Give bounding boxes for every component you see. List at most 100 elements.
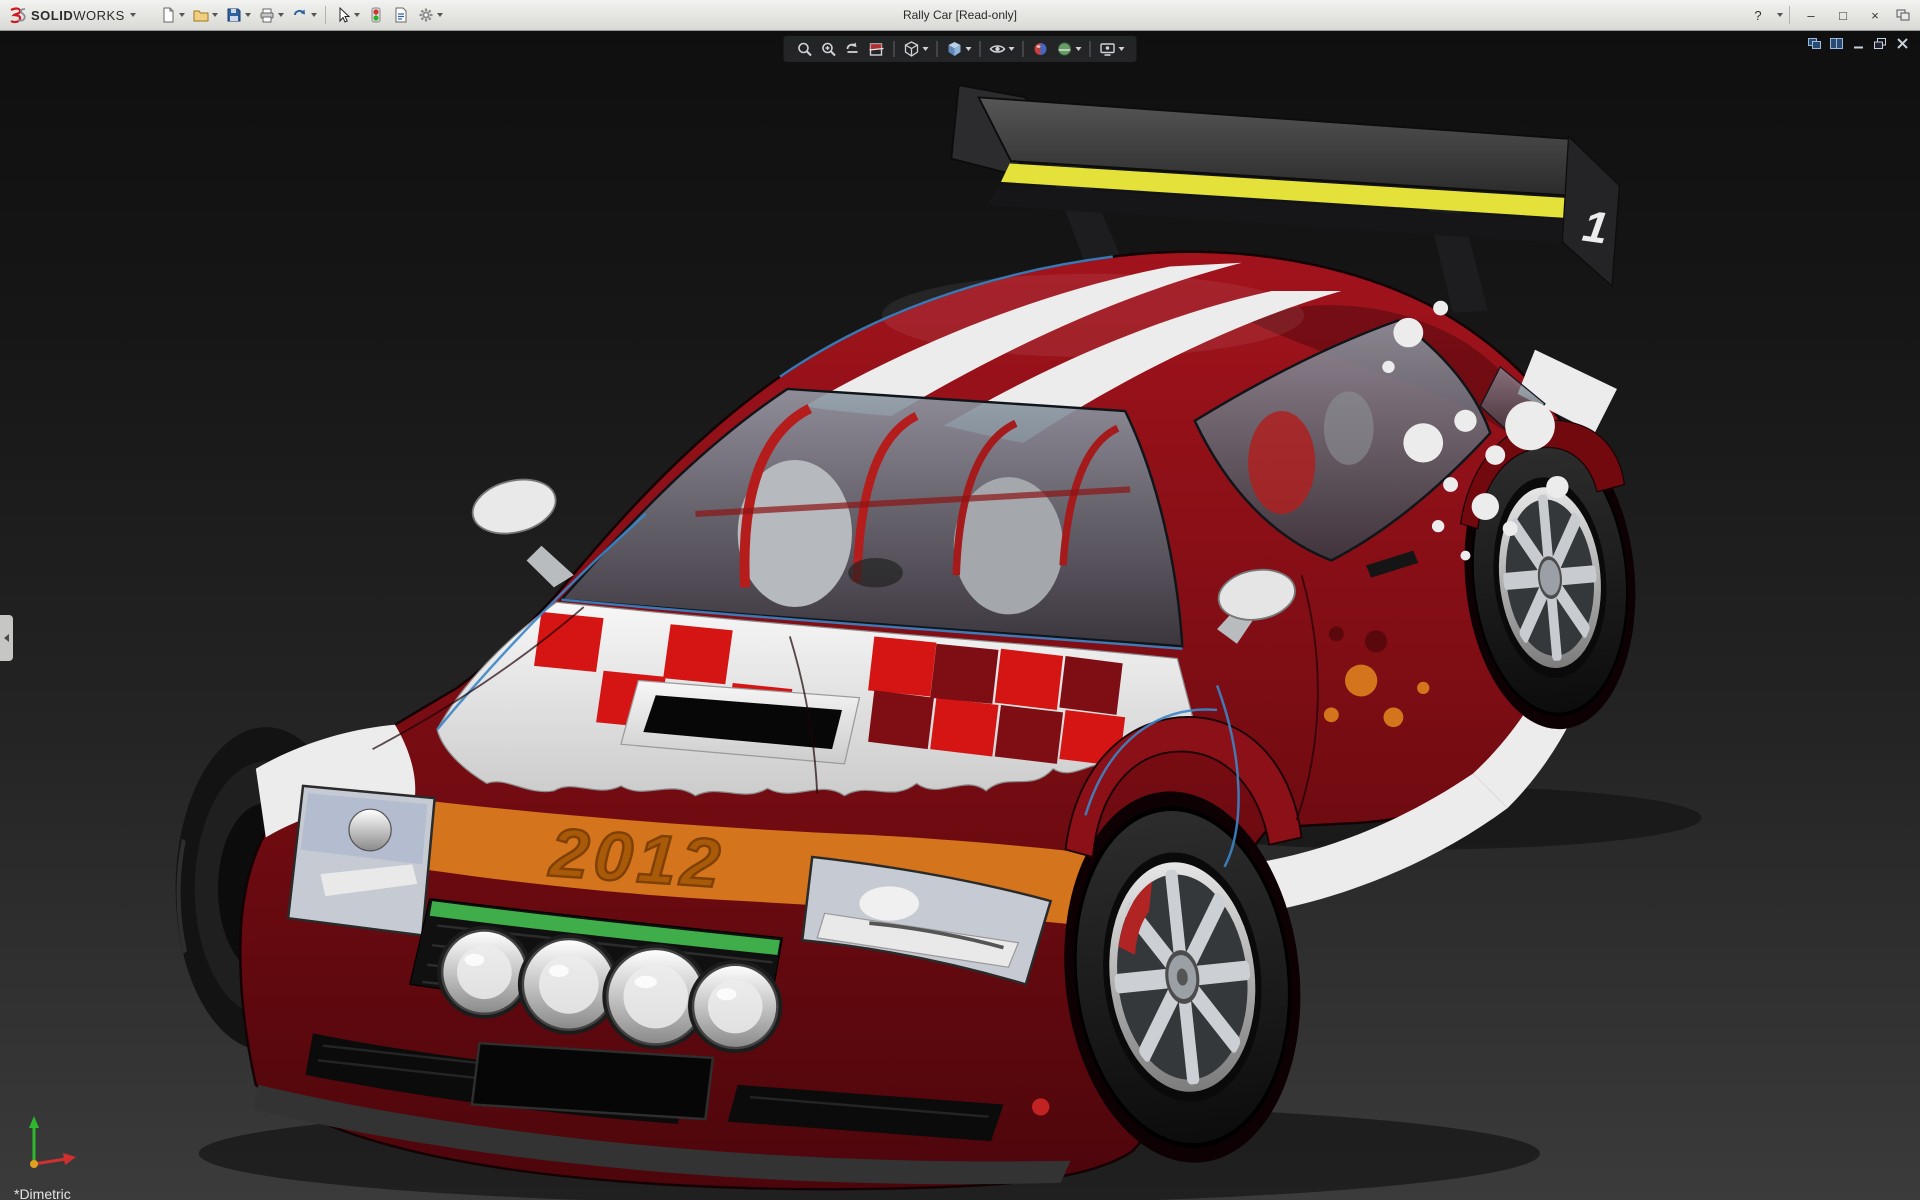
help-button[interactable]: ? [1743,7,1773,24]
dropdown-caret [353,13,360,17]
cascade-document-icon [1808,38,1821,49]
options-gear-icon [419,8,433,22]
toolbar-separator [324,6,326,24]
dropdown-caret [211,13,218,17]
open-button[interactable] [189,4,221,26]
x-axis-arrow [63,1153,76,1165]
hud-zoom-to-area-button[interactable] [818,38,840,60]
dropdown-caret [436,13,443,17]
save-button[interactable] [222,4,254,26]
select-cursor-icon [339,6,351,23]
hud-separator [893,41,895,57]
display-style-icon [948,42,961,56]
hud-hide-show-items-button[interactable] [987,38,1017,60]
options-button[interactable] [414,4,446,26]
main-toolbar [156,4,446,26]
heads-up-view-toolbar [783,36,1137,62]
titlebar[interactable]: SOLIDWORKS Rally Car [Read-only] ? – □ × [0,0,1920,31]
zoom-to-fit-icon [798,42,812,57]
hud-apply-scene-button[interactable] [1054,38,1084,60]
tow-hook [1032,1098,1050,1116]
left-mirror [471,478,574,588]
rebuild-button[interactable] [364,4,388,26]
side-dark-dot [1328,626,1344,642]
hud-view-orientation-button[interactable] [901,38,931,60]
doc-cascade-button[interactable] [1807,37,1822,50]
collapse-arrow-icon [4,634,9,642]
dropdown-caret [244,13,251,17]
brand-text-bold: SOLID [31,7,74,23]
dropdown-caret [277,13,284,17]
undo-button[interactable] [288,4,320,26]
solidworks-logo-icon [10,7,26,24]
hud-section-view-button[interactable] [866,38,888,60]
hud-edit-appearance-button[interactable] [1030,38,1052,60]
open-folder-icon [193,10,209,22]
hud-view-settings-button[interactable] [1097,38,1127,60]
rebuild-icon [371,7,381,23]
dropdown-caret [310,13,317,17]
close-button[interactable]: × [1860,7,1890,24]
view-orientation-label: *Dimetric [14,1186,71,1200]
doc-restore-button[interactable] [1873,37,1888,50]
car-3d-model[interactable]: 1 2012 [0,30,1920,1200]
apply-scene-icon [1058,42,1071,56]
help-dropdown-caret[interactable] [1777,13,1783,17]
doc-minimize-button[interactable] [1851,37,1866,50]
hud-separator [1089,41,1091,57]
hood-year-decal: 2012 [546,813,728,902]
cascade-windows-icon [1896,9,1910,21]
view-settings-icon [1100,43,1115,56]
brand-text-light: WORKS [73,7,125,23]
doc-close-button[interactable] [1895,37,1910,50]
view-orientation-icon [904,41,919,57]
dropdown-caret [922,47,929,51]
solidworks-logo: SOLIDWORKS [0,6,142,24]
save-icon [227,8,241,22]
zoom-to-area-icon [822,42,836,57]
edit-appearance-icon [1034,43,1047,55]
print-button[interactable] [255,4,287,26]
dropdown-caret [1008,47,1015,51]
dropdown-caret [965,47,972,51]
file-properties-icon [395,7,407,23]
new-document-button[interactable] [156,4,188,26]
session-windows-button[interactable] [1892,6,1914,24]
section-view-icon [869,43,884,56]
document-window-controls [1807,37,1910,50]
reference-triad [29,1116,76,1168]
y-axis-arrow [29,1116,39,1128]
logo-dropdown-caret[interactable] [129,13,136,17]
license-plate [470,1041,715,1121]
hud-separator [1022,41,1024,57]
graphics-viewport[interactable]: 1 2012 *Dimetric [0,30,1920,1200]
minimize-button[interactable]: – [1796,7,1826,24]
hide-show-items-icon [989,45,1006,53]
doc-tile-button[interactable] [1829,37,1844,50]
previous-view-icon [846,42,858,53]
maximize-button[interactable]: □ [1828,7,1858,24]
dropdown-caret [1075,47,1082,51]
hud-previous-view-button[interactable] [842,38,864,60]
restore-document-icon [1874,38,1886,49]
window-controls: ? – □ × [1743,6,1920,24]
new-document-icon [163,7,174,23]
hud-separator [936,41,938,57]
undo-icon [293,9,305,16]
feature-tree-collapse-tab[interactable] [0,615,13,661]
select-button[interactable] [331,4,363,26]
file-properties-button[interactable] [389,4,413,26]
hud-display-style-button[interactable] [944,38,974,60]
tile-document-icon [1830,38,1843,49]
side-dark-dot [1364,630,1388,653]
triad-origin [30,1160,38,1168]
hud-separator [979,41,981,57]
minimize-document-icon [1854,46,1863,49]
dropdown-caret [178,13,185,17]
hud-zoom-to-fit-button[interactable] [794,38,816,60]
print-icon [260,8,274,23]
close-document-icon [1897,38,1908,49]
toolbar-separator [1789,6,1790,24]
left-headlight [286,784,437,937]
dropdown-caret [1118,47,1125,51]
